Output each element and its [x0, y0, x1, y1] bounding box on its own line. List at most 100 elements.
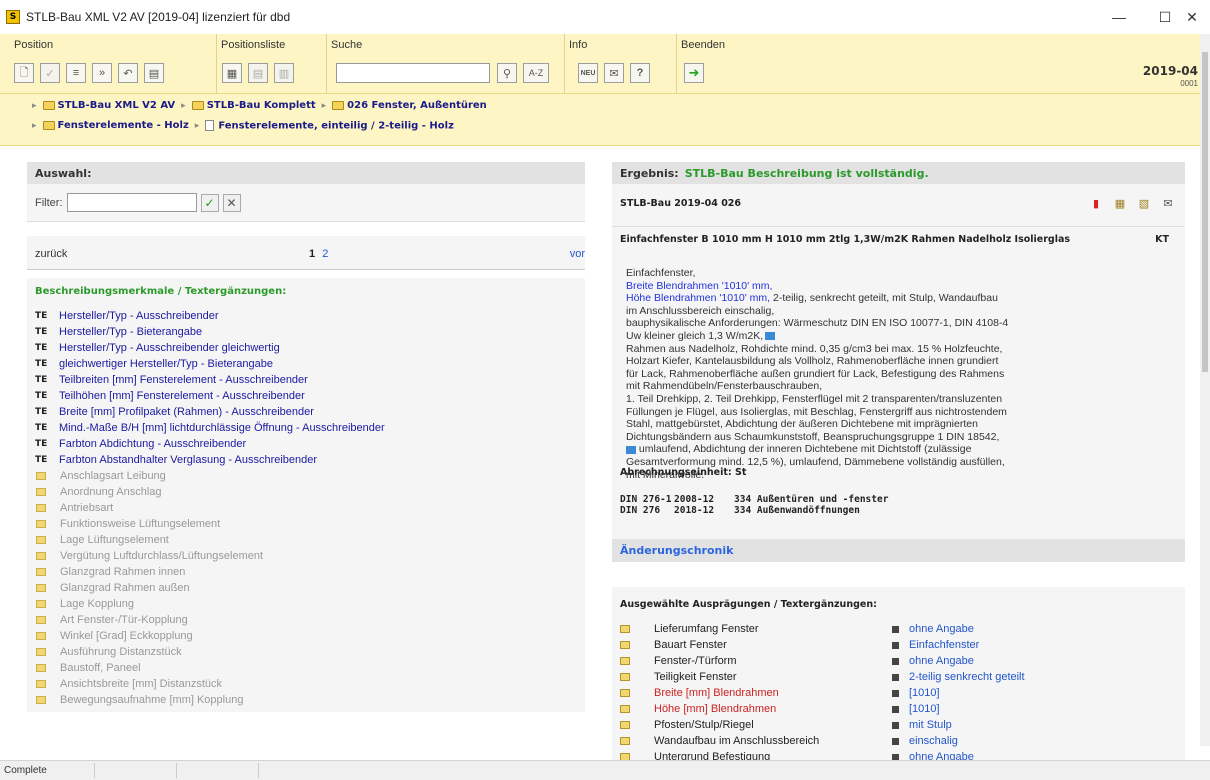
- breadcrumb-item-av[interactable]: STLB-Bau XML V2 AV: [42, 100, 175, 111]
- new-document-icon[interactable]: 🗋: [14, 63, 34, 83]
- scrollbar-thumb[interactable]: [1202, 52, 1208, 372]
- breadcrumb-item-komplett[interactable]: STLB-Bau Komplett: [191, 100, 316, 111]
- selected-value-row[interactable]: Breite [mm] Blendrahmen [1010]: [620, 685, 1180, 701]
- filter-apply-button[interactable]: ✓: [200, 193, 219, 212]
- selected-value[interactable]: ohne Angabe: [909, 623, 974, 635]
- feature-item[interactable]: Antriebsart: [35, 500, 575, 516]
- selected-value[interactable]: mit Stulp: [909, 719, 952, 731]
- breadcrumb-row-1: ▸ STLB-Bau XML V2 AV ▸ STLB-Bau Komplett…: [30, 100, 487, 111]
- neu-button[interactable]: NEU: [578, 63, 598, 83]
- folder-icon: [620, 737, 630, 745]
- list-view-icon[interactable]: ▤: [248, 63, 268, 83]
- undo-icon[interactable]: ↶: [118, 63, 138, 83]
- selected-value-row[interactable]: Fenster-/Türform ohne Angabe: [620, 653, 1180, 669]
- feature-item[interactable]: Vergütung Luftdurchlass/Lüftungselement: [35, 548, 575, 564]
- search-input[interactable]: [336, 63, 490, 83]
- info-pin-icon[interactable]: [626, 445, 636, 454]
- selected-value[interactable]: [1010]: [909, 703, 940, 715]
- feature-te-item[interactable]: TE Farbton Abstandhalter Verglasung - Aus…: [35, 452, 575, 468]
- breadcrumb-separator: ▸: [194, 120, 200, 131]
- feature-te-item[interactable]: TE gleichwertiger Hersteller/Typ - Bieter…: [35, 356, 575, 372]
- document-icon[interactable]: ▤: [144, 63, 164, 83]
- selected-value[interactable]: 2-teilig senkrecht geteilt: [909, 671, 1025, 683]
- pager-forward[interactable]: vor: [570, 248, 585, 260]
- feature-item[interactable]: Ausführung Distanzstück: [35, 644, 575, 660]
- filter-clear-button[interactable]: ✕: [222, 193, 241, 212]
- din-date: 2018-12: [674, 505, 715, 516]
- desc-line-link[interactable]: Höhe Blendrahmen '1010' mm,: [626, 292, 770, 304]
- add-to-list-icon[interactable]: ▦: [222, 63, 242, 83]
- folder-icon: [332, 100, 345, 110]
- feature-te-item[interactable]: TE Hersteller/Typ - Ausschreibender: [35, 308, 575, 324]
- selected-value[interactable]: Einfachfenster: [909, 639, 979, 651]
- selected-value-row[interactable]: Teiligkeit Fenster 2-teilig senkrecht get…: [620, 669, 1180, 685]
- selected-value-row[interactable]: Pfosten/Stulp/Riegel mit Stulp: [620, 717, 1180, 733]
- minimize-button[interactable]: —: [1096, 0, 1142, 34]
- vertical-scrollbar[interactable]: [1200, 34, 1210, 746]
- exit-icon[interactable]: ➜: [684, 63, 704, 83]
- feature-label: Funktionsweise Lüftungselement: [60, 518, 221, 530]
- close-button[interactable]: ✕: [1174, 0, 1210, 34]
- filter-input[interactable]: [66, 193, 197, 212]
- help-button[interactable]: ?: [630, 63, 650, 83]
- feature-item[interactable]: Lage Lüftungselement: [35, 532, 575, 548]
- feature-te-item[interactable]: TE Breite [mm] Profilpaket (Rahmen) - Aus…: [35, 404, 575, 420]
- folder-icon: [36, 664, 46, 672]
- a-z-button[interactable]: A-Z: [523, 63, 549, 83]
- selected-value-row[interactable]: Bauart Fenster Einfachfenster: [620, 637, 1180, 653]
- pager-back[interactable]: zurück: [35, 248, 67, 260]
- selected-value[interactable]: ohne Angabe: [909, 655, 974, 667]
- group-label-info: Info: [569, 39, 588, 51]
- selected-value[interactable]: einschalig: [909, 735, 958, 747]
- feature-item[interactable]: Art Fenster-/Tür-Kopplung: [35, 612, 575, 628]
- list-export-icon[interactable]: ▥: [274, 63, 294, 83]
- mail-icon[interactable]: ✉: [604, 63, 624, 83]
- folder-icon: [36, 536, 46, 544]
- selected-value-label: Lieferumfang Fenster: [654, 623, 759, 635]
- list-icon[interactable]: ≡: [66, 63, 86, 83]
- pager-next-page[interactable]: 2: [322, 248, 328, 260]
- pdf-icon[interactable]: ▮: [1089, 196, 1103, 210]
- selected-value-row[interactable]: Wandaufbau im Anschlussbereich einschalig: [620, 733, 1180, 749]
- selected-value[interactable]: [1010]: [909, 687, 940, 699]
- folder-icon: [36, 648, 46, 656]
- result-header: Ergebnis: STLB-Bau Beschreibung ist voll…: [612, 162, 1185, 184]
- binoculars-icon[interactable]: ⚲: [497, 63, 517, 83]
- selected-value-row[interactable]: Höhe [mm] Blendrahmen [1010]: [620, 701, 1180, 717]
- change-history-header[interactable]: Änderungschronik: [612, 539, 1185, 562]
- info-pin-icon[interactable]: [765, 332, 776, 341]
- feature-te-item[interactable]: TE Teilbreiten [mm] Fensterelement - Auss…: [35, 372, 575, 388]
- folder-icon: [36, 488, 46, 496]
- copy-icon[interactable]: ▦: [1113, 196, 1127, 210]
- feature-te-item[interactable]: TE Hersteller/Typ - Bieterangabe: [35, 324, 575, 340]
- bullet-icon: [892, 625, 899, 633]
- feature-item[interactable]: Glanzgrad Rahmen innen: [35, 564, 575, 580]
- feature-te-item[interactable]: TE Farbton Abdichtung - Ausschreibender: [35, 436, 575, 452]
- desc-line-link[interactable]: Breite Blendrahmen '1010' mm,: [626, 280, 1170, 293]
- selected-value-row[interactable]: Lieferumfang Fenster ohne Angabe: [620, 621, 1180, 637]
- version-sublabel: 0001: [1180, 79, 1198, 88]
- feature-item[interactable]: Baustoff, Paneel: [35, 660, 575, 676]
- bullet-icon: [892, 657, 899, 665]
- feature-item[interactable]: Bewegungsaufnahme [mm] Kopplung: [35, 692, 575, 708]
- feature-te-item[interactable]: TE Teilhöhen [mm] Fensterelement - Aussch…: [35, 388, 575, 404]
- desc-line-text: umlaufend, Abdichtung der inneren Dichte…: [636, 443, 972, 456]
- breadcrumb-item-fensterelemente[interactable]: Fensterelemente - Holz: [42, 120, 189, 131]
- features-title: Beschreibungsmerkmale / Textergänzungen:: [35, 286, 287, 297]
- mail-icon[interactable]: ✉: [1161, 196, 1175, 210]
- export-icon[interactable]: ▧: [1137, 196, 1151, 210]
- feature-item[interactable]: Winkel [Grad] Eckkopplung: [35, 628, 575, 644]
- feature-item[interactable]: Lage Kopplung: [35, 596, 575, 612]
- breadcrumb-item-einteilig[interactable]: Fensterelemente, einteilig / 2-teilig - …: [205, 120, 454, 132]
- breadcrumb-item-026[interactable]: 026 Fenster, Außentüren: [332, 100, 487, 111]
- folder-icon: [36, 504, 46, 512]
- feature-item[interactable]: Funktionsweise Lüftungselement: [35, 516, 575, 532]
- feature-te-item[interactable]: TE Hersteller/Typ - Ausschreibender gleic…: [35, 340, 575, 356]
- feature-item[interactable]: Anordnung Anschlag: [35, 484, 575, 500]
- feature-te-item[interactable]: TE Mind.-Maße B/H [mm] lichtdurchlässige …: [35, 420, 575, 436]
- feature-item[interactable]: Anschlagsart Leibung: [35, 468, 575, 484]
- forward-icon[interactable]: »: [92, 63, 112, 83]
- feature-item[interactable]: Ansichtsbreite [mm] Distanzstück: [35, 676, 575, 692]
- check-icon[interactable]: ✓: [40, 63, 60, 83]
- feature-item[interactable]: Glanzgrad Rahmen außen: [35, 580, 575, 596]
